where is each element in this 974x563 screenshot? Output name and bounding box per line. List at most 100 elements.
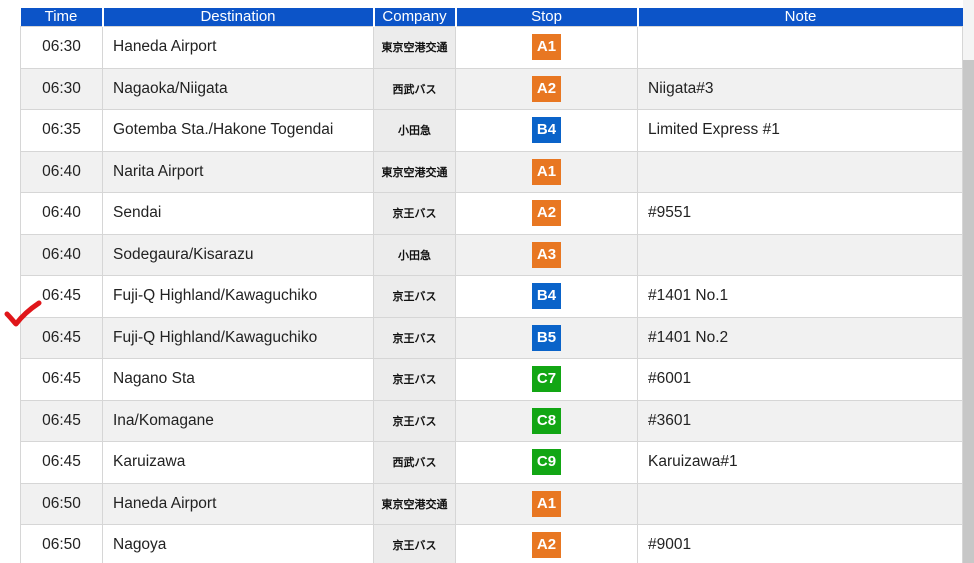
stop-badge: A3 [532, 241, 561, 268]
note-cell: #9551 [637, 192, 963, 235]
destination-cell: Fuji-Q Highland/Kawaguchiko [102, 275, 374, 318]
stop-cell: A2 [455, 524, 638, 563]
table-row: 06:50 Haneda Airport 東京空港交通 A1 [20, 482, 963, 525]
stop-cell: B5 [455, 316, 638, 359]
timetable-body: 06:30 Haneda Airport 東京空港交通 A1 06:30 Nagaoka/… [20, 26, 963, 563]
stop-cell: A1 [455, 150, 638, 193]
destination-cell: Nagaoka/Niigata [102, 67, 374, 110]
stop-cell: A1 [455, 26, 638, 69]
note-cell: #1401 No.2 [637, 316, 963, 359]
table-row: 06:45 Fuji-Q Highland/Kawaguchiko 京王バス B5 #1… [20, 316, 963, 359]
column-header-note: Note [637, 8, 963, 27]
stop-badge: B4 [532, 283, 561, 310]
company-cell: 東京空港交通 [373, 150, 456, 193]
time-cell: 06:45 [20, 399, 103, 442]
destination-cell: Ina/Komagane [102, 399, 374, 442]
stop-badge: A2 [532, 200, 561, 227]
checkmark-icon [4, 300, 42, 327]
table-row: 06:45 Fuji-Q Highland/Kawaguchiko 京王バス B4 #1… [20, 275, 963, 318]
destination-cell: Gotemba Sta./Hakone Togendai [102, 109, 374, 152]
company-cell: 西武バス [373, 67, 456, 110]
company-cell: 京王バス [373, 275, 456, 318]
stop-badge: C7 [532, 366, 561, 393]
company-cell: 京王バス [373, 524, 456, 563]
stop-cell: B4 [455, 109, 638, 152]
table-row: 06:40 Sendai 京王バス A2 #9551 [20, 192, 963, 235]
time-cell: 06:30 [20, 26, 103, 69]
stop-badge: B5 [532, 324, 561, 351]
scrollbar-thumb[interactable] [963, 60, 974, 563]
time-cell: 06:35 [20, 109, 103, 152]
stop-badge: B4 [532, 117, 561, 144]
stop-badge: C9 [532, 449, 561, 476]
stop-badge: A1 [532, 158, 561, 185]
stop-cell: C7 [455, 358, 638, 401]
note-cell: Niigata#3 [637, 67, 963, 110]
column-header-stop: Stop [455, 8, 639, 27]
stop-cell: A2 [455, 192, 638, 235]
time-cell: 06:30 [20, 67, 103, 110]
table-row: 06:45 Ina/Komagane 京王バス C8 #3601 [20, 399, 963, 442]
company-cell: 小田急 [373, 233, 456, 276]
note-cell: Limited Express #1 [637, 109, 963, 152]
note-cell [637, 482, 963, 525]
note-cell: Karuizawa#1 [637, 441, 963, 484]
timetable-page: Time Destination Company Stop Note 06:30… [0, 0, 974, 563]
company-cell: 東京空港交通 [373, 26, 456, 69]
company-cell: 西武バス [373, 441, 456, 484]
table-row: 06:50 Nagoya 京王バス A2 #9001 [20, 524, 963, 563]
table-header-row: Time Destination Company Stop Note [20, 8, 963, 27]
destination-cell: Haneda Airport [102, 482, 374, 525]
departure-timetable: Time Destination Company Stop Note 06:30… [20, 8, 963, 563]
company-cell: 東京空港交通 [373, 482, 456, 525]
stop-cell: A1 [455, 482, 638, 525]
note-cell: #9001 [637, 524, 963, 563]
company-cell: 京王バス [373, 358, 456, 401]
company-cell: 京王バス [373, 316, 456, 359]
stop-cell: A2 [455, 67, 638, 110]
destination-cell: Fuji-Q Highland/Kawaguchiko [102, 316, 374, 359]
stop-cell: C9 [455, 441, 638, 484]
note-cell: #1401 No.1 [637, 275, 963, 318]
time-cell: 06:40 [20, 150, 103, 193]
time-cell: 06:45 [20, 358, 103, 401]
time-cell: 06:40 [20, 233, 103, 276]
table-row: 06:35 Gotemba Sta./Hakone Togendai 小田急 B4 Li… [20, 109, 963, 152]
note-cell: #3601 [637, 399, 963, 442]
destination-cell: Karuizawa [102, 441, 374, 484]
destination-cell: Nagoya [102, 524, 374, 563]
stop-badge: A2 [532, 532, 561, 559]
time-cell: 06:50 [20, 524, 103, 563]
time-cell: 06:45 [20, 441, 103, 484]
table-row: 06:45 Nagano Sta 京王バス C7 #6001 [20, 358, 963, 401]
time-cell: 06:40 [20, 192, 103, 235]
table-row: 06:45 Karuizawa 西武バス C9 Karuizawa#1 [20, 441, 963, 484]
destination-cell: Sodegaura/Kisarazu [102, 233, 374, 276]
destination-cell: Narita Airport [102, 150, 374, 193]
company-cell: 京王バス [373, 192, 456, 235]
table-row: 06:30 Haneda Airport 東京空港交通 A1 [20, 26, 963, 69]
stop-badge: A1 [532, 34, 561, 61]
stop-badge: C8 [532, 407, 561, 434]
stop-cell: C8 [455, 399, 638, 442]
company-cell: 京王バス [373, 399, 456, 442]
destination-cell: Haneda Airport [102, 26, 374, 69]
note-cell [637, 233, 963, 276]
column-header-time: Time [20, 8, 104, 27]
destination-cell: Nagano Sta [102, 358, 374, 401]
stop-cell: B4 [455, 275, 638, 318]
note-cell [637, 26, 963, 69]
table-row: 06:30 Nagaoka/Niigata 西武バス A2 Niigata#3 [20, 67, 963, 110]
table-row: 06:40 Sodegaura/Kisarazu 小田急 A3 [20, 233, 963, 276]
note-cell: #6001 [637, 358, 963, 401]
stop-badge: A1 [532, 490, 561, 517]
time-cell: 06:50 [20, 482, 103, 525]
column-header-company: Company [373, 8, 457, 27]
stop-badge: A2 [532, 75, 561, 102]
stop-cell: A3 [455, 233, 638, 276]
note-cell [637, 150, 963, 193]
table-row: 06:40 Narita Airport 東京空港交通 A1 [20, 150, 963, 193]
column-header-destination: Destination [102, 8, 375, 27]
company-cell: 小田急 [373, 109, 456, 152]
destination-cell: Sendai [102, 192, 374, 235]
